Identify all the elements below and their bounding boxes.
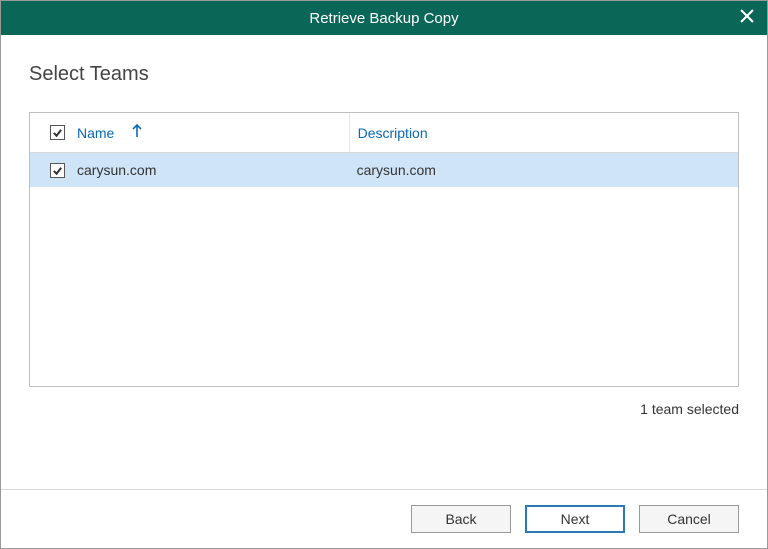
check-icon (52, 165, 63, 176)
row-name: carysun.com (77, 162, 156, 178)
close-button[interactable] (727, 1, 767, 35)
select-all-checkbox[interactable] (50, 125, 65, 140)
teams-table: Name Description carysun.com (29, 112, 739, 387)
back-button[interactable]: Back (411, 505, 511, 533)
cancel-button[interactable]: Cancel (639, 505, 739, 533)
footer: Back Next Cancel (1, 490, 767, 548)
sort-ascending-icon (132, 124, 142, 141)
titlebar: Retrieve Backup Copy (1, 1, 767, 35)
row-description: carysun.com (357, 162, 436, 178)
content-area: Select Teams Name Description (1, 35, 767, 489)
next-button[interactable]: Next (525, 505, 625, 533)
column-header-name-label: Name (77, 125, 114, 141)
dialog-window: Retrieve Backup Copy Select Teams Name (0, 0, 768, 549)
column-header-name[interactable]: Name (30, 124, 349, 141)
column-header-description[interactable]: Description (349, 113, 738, 152)
selection-status: 1 team selected (29, 401, 739, 417)
table-row[interactable]: carysun.com carysun.com (30, 153, 738, 187)
check-icon (52, 127, 63, 138)
table-body: carysun.com carysun.com (30, 153, 738, 386)
row-checkbox[interactable] (50, 163, 65, 178)
window-title: Retrieve Backup Copy (309, 10, 458, 27)
column-header-description-label: Description (358, 125, 428, 141)
table-header: Name Description (30, 113, 738, 153)
close-icon (740, 9, 754, 27)
page-title: Select Teams (29, 63, 739, 86)
